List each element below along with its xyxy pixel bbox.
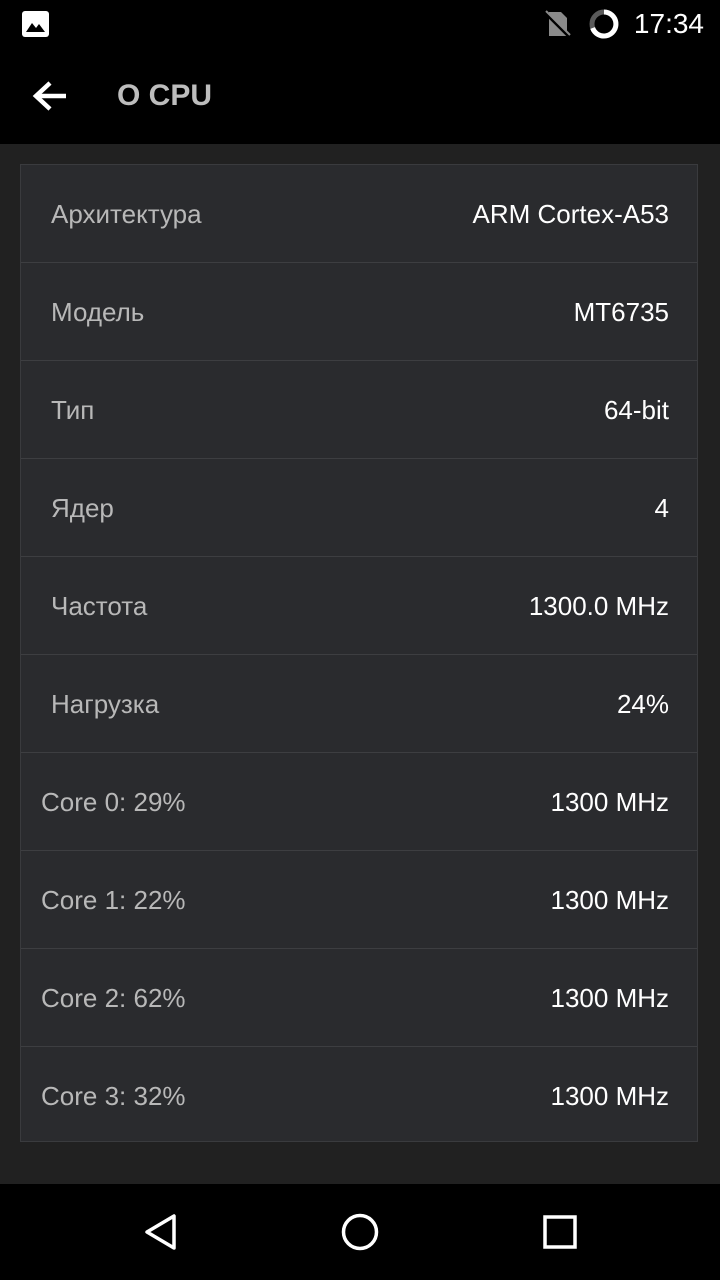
info-row-load: Нагрузка 24%: [21, 655, 697, 753]
status-bar: 17:34: [0, 0, 720, 48]
image-icon: [22, 11, 49, 37]
nav-recents-icon: [543, 1215, 577, 1249]
cpu-info-card: Архитектура ARM Cortex-A53 Модель MT6735…: [20, 164, 698, 1142]
row-value: 24%: [616, 689, 669, 719]
nav-recents-button[interactable]: [530, 1202, 590, 1262]
nav-back-button[interactable]: [131, 1202, 191, 1262]
core-row-1: Core 1: 22% 1300 MHz: [21, 851, 697, 949]
core-row-0: Core 0: 29% 1300 MHz: [21, 753, 697, 851]
nav-home-icon: [341, 1213, 379, 1251]
core-frequency: 1300 MHz: [550, 885, 670, 915]
row-value: 1300.0 MHz: [528, 591, 669, 621]
core-label: Core 1: 22%: [41, 885, 186, 915]
arrow-back-icon: [32, 81, 66, 111]
no-sim-icon: [543, 10, 571, 38]
core-row-2: Core 2: 62% 1300 MHz: [21, 949, 697, 1047]
core-frequency: 1300 MHz: [550, 1081, 670, 1111]
page-title: О CPU: [117, 79, 213, 112]
info-row-cores: Ядер 4: [21, 459, 697, 557]
core-frequency: 1300 MHz: [550, 787, 670, 817]
row-label: Нагрузка: [51, 689, 160, 719]
navigation-bar: [0, 1184, 720, 1280]
core-label: Core 3: 32%: [41, 1081, 186, 1111]
app-bar: О CPU: [0, 48, 720, 144]
info-row-architecture: Архитектура ARM Cortex-A53: [21, 165, 697, 263]
row-label: Модель: [51, 297, 145, 327]
back-button[interactable]: [20, 66, 80, 126]
row-label: Ядер: [51, 493, 114, 523]
row-value: 4: [654, 493, 669, 523]
core-label: Core 2: 62%: [41, 983, 186, 1013]
row-value: ARM Cortex-A53: [472, 199, 670, 229]
core-frequency: 1300 MHz: [550, 983, 670, 1013]
core-row-3: Core 3: 32% 1300 MHz: [21, 1047, 697, 1145]
row-value: 64-bit: [603, 395, 669, 425]
info-row-model: Модель MT6735: [21, 263, 697, 361]
info-row-type: Тип 64-bit: [21, 361, 697, 459]
row-label: Архитектура: [51, 199, 202, 229]
row-value: MT6735: [573, 297, 669, 327]
battery-icon: [589, 9, 619, 39]
status-time: 17:34: [633, 8, 704, 39]
row-label: Тип: [51, 395, 95, 425]
core-label: Core 0: 29%: [41, 787, 186, 817]
info-row-frequency: Частота 1300.0 MHz: [21, 557, 697, 655]
nav-home-button[interactable]: [330, 1202, 390, 1262]
nav-back-icon: [145, 1214, 176, 1250]
row-label: Частота: [51, 591, 148, 621]
